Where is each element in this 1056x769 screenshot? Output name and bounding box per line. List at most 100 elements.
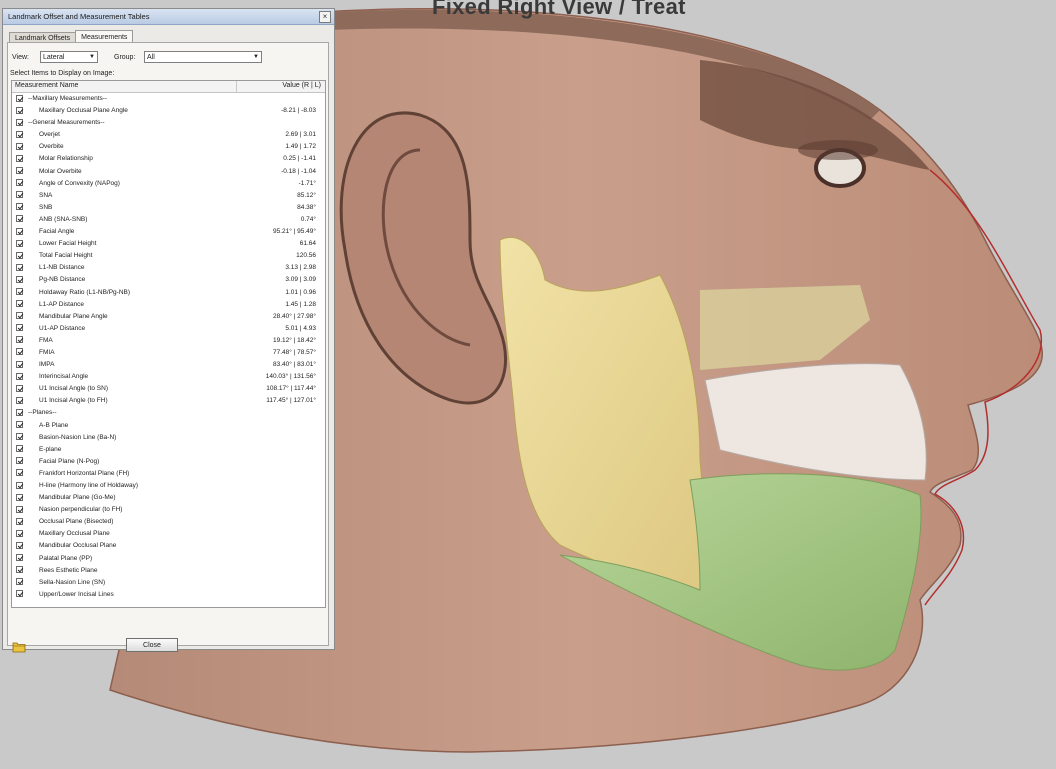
table-row[interactable]: --Planes-- bbox=[12, 407, 325, 419]
table-row[interactable]: Angle of Convexity (NAPog) -1.71° bbox=[12, 178, 325, 190]
table-row[interactable]: Rees Esthetic Plane bbox=[12, 565, 325, 577]
table-row[interactable]: Maxillary Occlusal Plane bbox=[12, 528, 325, 540]
row-checkbox[interactable] bbox=[16, 384, 23, 392]
row-checkbox[interactable] bbox=[16, 167, 23, 175]
row-checkbox[interactable] bbox=[16, 554, 23, 562]
row-checkbox[interactable] bbox=[16, 469, 23, 477]
column-divider[interactable] bbox=[236, 81, 237, 92]
row-checkbox[interactable] bbox=[16, 203, 23, 211]
table-row[interactable]: Interincisal Angle 140.03° | 131.56° bbox=[12, 371, 325, 383]
row-value: -1.71° bbox=[298, 179, 316, 187]
row-checkbox[interactable] bbox=[16, 336, 23, 344]
table-row[interactable]: Palatal Plane (PP) bbox=[12, 553, 325, 565]
folder-icon[interactable] bbox=[12, 641, 26, 653]
row-checkbox[interactable] bbox=[16, 372, 23, 380]
row-checkbox[interactable] bbox=[16, 154, 23, 162]
table-row[interactable]: Sella-Nasion Line (SN) bbox=[12, 577, 325, 589]
measurements-table[interactable]: Measurement Name Value (R | L) --Maxilla… bbox=[11, 80, 326, 608]
measurement-tables-dialog: Landmark Offset and Measurement Tables ×… bbox=[2, 8, 335, 653]
group-select[interactable]: All ▼ bbox=[144, 51, 262, 63]
table-row[interactable]: Overbite 1.49 | 1.72 bbox=[12, 141, 325, 153]
table-row[interactable]: Lower Facial Height 61.64 bbox=[12, 238, 325, 250]
table-row[interactable]: Pg-NB Distance 3.09 | 3.09 bbox=[12, 274, 325, 286]
table-row[interactable]: SNA 85.12° bbox=[12, 190, 325, 202]
row-checkbox[interactable] bbox=[16, 251, 23, 259]
row-checkbox[interactable] bbox=[16, 590, 23, 598]
row-checkbox[interactable] bbox=[16, 227, 23, 235]
table-row[interactable]: --General Measurements-- bbox=[12, 117, 325, 129]
table-row[interactable]: ANB (SNA-SNB) 0.74° bbox=[12, 214, 325, 226]
table-row[interactable]: Molar Overbite -0.18 | -1.04 bbox=[12, 166, 325, 178]
table-row[interactable]: SNB 84.38° bbox=[12, 202, 325, 214]
row-checkbox[interactable] bbox=[16, 457, 23, 465]
row-checkbox[interactable] bbox=[16, 191, 23, 199]
row-checkbox[interactable] bbox=[16, 396, 23, 404]
column-header-value[interactable]: Value (R | L) bbox=[282, 82, 321, 89]
row-checkbox[interactable] bbox=[16, 505, 23, 513]
table-row[interactable]: --Maxillary Measurements-- bbox=[12, 93, 325, 105]
table-row[interactable]: FMIA 77.48° | 78.57° bbox=[12, 347, 325, 359]
row-checkbox[interactable] bbox=[16, 348, 23, 356]
table-row[interactable]: Occlusal Plane (Bisected) bbox=[12, 516, 325, 528]
table-row[interactable]: Nasion perpendicular (to FH) bbox=[12, 504, 325, 516]
row-checkbox[interactable] bbox=[16, 312, 23, 320]
table-row[interactable]: Basion-Nasion Line (Ba-N) bbox=[12, 432, 325, 444]
row-checkbox[interactable] bbox=[16, 324, 23, 332]
table-row[interactable]: Total Facial Height 120.56 bbox=[12, 250, 325, 262]
table-row[interactable]: L1-NB Distance 3.13 | 2.98 bbox=[12, 262, 325, 274]
row-checkbox[interactable] bbox=[16, 445, 23, 453]
table-row[interactable]: H-line (Harmony line of Holdaway) bbox=[12, 480, 325, 492]
row-checkbox[interactable] bbox=[16, 541, 23, 549]
row-checkbox[interactable] bbox=[16, 481, 23, 489]
table-row[interactable]: Overjet 2.69 | 3.01 bbox=[12, 129, 325, 141]
table-row[interactable]: Facial Angle 95.21° | 95.49° bbox=[12, 226, 325, 238]
row-checkbox[interactable] bbox=[16, 275, 23, 283]
row-checkbox[interactable] bbox=[16, 421, 23, 429]
table-row[interactable]: FMA 19.12° | 18.42° bbox=[12, 335, 325, 347]
table-row[interactable]: Holdaway Ratio (L1-NB/Pg-NB) 1.01 | 0.96 bbox=[12, 287, 325, 299]
column-header-name[interactable]: Measurement Name bbox=[15, 82, 78, 89]
row-checkbox[interactable] bbox=[16, 215, 23, 223]
row-checkbox[interactable] bbox=[16, 263, 23, 271]
row-checkbox[interactable] bbox=[16, 94, 23, 102]
row-checkbox[interactable] bbox=[16, 118, 23, 126]
table-row[interactable]: Frankfort Horizontal Plane (FH) bbox=[12, 468, 325, 480]
row-checkbox[interactable] bbox=[16, 106, 23, 114]
row-checkbox[interactable] bbox=[16, 239, 23, 247]
row-checkbox[interactable] bbox=[16, 529, 23, 537]
table-row[interactable]: Mandibular Occlusal Plane bbox=[12, 540, 325, 552]
table-row[interactable]: E-plane bbox=[12, 444, 325, 456]
table-row[interactable]: Upper/Lower Incisal Lines bbox=[12, 589, 325, 601]
table-row[interactable]: A-B Plane bbox=[12, 420, 325, 432]
view-select[interactable]: Lateral ▼ bbox=[40, 51, 98, 63]
table-row[interactable]: L1-AP Distance 1.45 | 1.28 bbox=[12, 299, 325, 311]
row-checkbox[interactable] bbox=[16, 566, 23, 574]
row-checkbox[interactable] bbox=[16, 517, 23, 525]
table-row[interactable]: IMPA 83.40° | 83.01° bbox=[12, 359, 325, 371]
table-row[interactable]: Facial Plane (N-Pog) bbox=[12, 456, 325, 468]
row-checkbox[interactable] bbox=[16, 130, 23, 138]
table-row[interactable]: Mandibular Plane Angle 28.40° | 27.98° bbox=[12, 311, 325, 323]
table-row[interactable]: U1 Incisal Angle (to FH) 117.45° | 127.01… bbox=[12, 395, 325, 407]
row-checkbox[interactable] bbox=[16, 300, 23, 308]
row-checkbox[interactable] bbox=[16, 578, 23, 586]
row-checkbox[interactable] bbox=[16, 408, 23, 416]
close-button[interactable]: Close bbox=[126, 638, 178, 652]
dialog-titlebar[interactable]: Landmark Offset and Measurement Tables × bbox=[3, 9, 334, 25]
row-name: L1-NB Distance bbox=[39, 264, 85, 272]
row-checkbox[interactable] bbox=[16, 493, 23, 501]
table-row[interactable]: Molar Relationship 0.25 | -1.41 bbox=[12, 153, 325, 165]
table-row[interactable]: U1-AP Distance 5.01 | 4.93 bbox=[12, 323, 325, 335]
row-name: Interincisal Angle bbox=[39, 373, 89, 381]
table-row[interactable]: Maxillary Occlusal Plane Angle -8.21 | -8… bbox=[12, 105, 325, 117]
row-checkbox[interactable] bbox=[16, 179, 23, 187]
close-icon[interactable]: × bbox=[319, 11, 331, 23]
table-row[interactable]: U1 Incisal Angle (to SN) 108.17° | 117.44… bbox=[12, 383, 325, 395]
row-value: 1.01 | 0.96 bbox=[285, 288, 316, 296]
row-name: E-plane bbox=[39, 445, 62, 453]
row-checkbox[interactable] bbox=[16, 288, 23, 295]
table-row[interactable]: Mandibular Plane (Go-Me) bbox=[12, 492, 325, 504]
row-checkbox[interactable] bbox=[16, 360, 23, 368]
row-checkbox[interactable] bbox=[16, 142, 23, 150]
row-checkbox[interactable] bbox=[16, 433, 23, 441]
